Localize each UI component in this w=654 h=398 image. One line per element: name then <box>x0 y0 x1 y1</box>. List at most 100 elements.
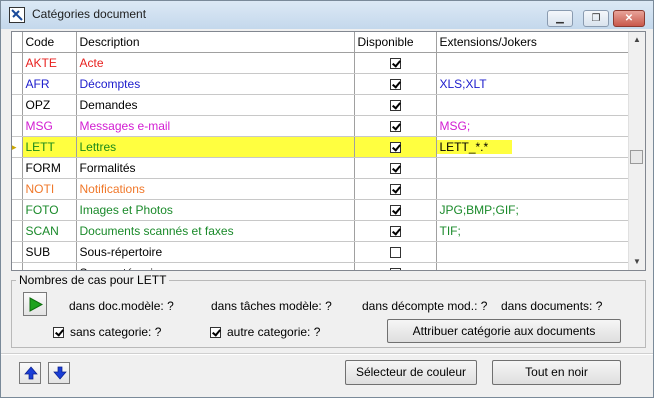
cell-extensions[interactable] <box>436 157 632 179</box>
scroll-up-arrow-icon[interactable]: ▲ <box>629 32 645 48</box>
available-checkbox[interactable] <box>389 100 401 112</box>
row-indicator[interactable] <box>12 73 23 95</box>
row-indicator[interactable] <box>12 52 23 74</box>
column-header-extensions[interactable]: Extensions/Jokers <box>436 32 632 53</box>
available-checkbox[interactable] <box>389 205 401 217</box>
table-row[interactable]: FORM Formalités <box>12 157 632 179</box>
cell-code[interactable]: AKTE <box>22 52 77 74</box>
table-row[interactable]: NOTI Notifications <box>12 178 632 200</box>
cell-code[interactable] <box>22 262 77 270</box>
available-checkbox[interactable] <box>389 163 401 175</box>
cell-extensions[interactable]: XLS;XLT <box>436 73 632 95</box>
column-header-available[interactable]: Disponible <box>354 32 437 53</box>
assign-category-button[interactable]: Attribuer catégorie aux documents <box>387 319 621 343</box>
cell-extensions[interactable] <box>436 52 632 74</box>
vertical-scrollbar[interactable]: ▲ ▼ <box>628 32 645 270</box>
cell-code[interactable]: FORM <box>22 157 77 179</box>
cell-description[interactable]: Sous-répertoire <box>76 241 355 263</box>
all-black-button[interactable]: Tout en noir <box>492 360 621 385</box>
table-row[interactable]: AFR Décomptes XLS;XLT <box>12 73 632 95</box>
cell-extensions[interactable] <box>436 178 632 200</box>
cell-available[interactable] <box>354 262 437 270</box>
available-checkbox[interactable] <box>389 79 401 91</box>
row-indicator[interactable] <box>12 262 23 270</box>
cell-description[interactable]: Messages e-mail <box>76 115 355 137</box>
minimize-button[interactable]: ▁ <box>547 10 573 27</box>
cell-extensions[interactable]: MSG; <box>436 115 632 137</box>
table-row[interactable]: Sans catégorie <box>12 262 632 270</box>
cell-description[interactable]: Notifications <box>76 178 355 200</box>
cell-description[interactable]: Documents scannés et faxes <box>76 220 355 242</box>
table-row[interactable]: AKTE Acte <box>12 52 632 74</box>
cell-description[interactable]: Demandes <box>76 94 355 116</box>
cell-code[interactable]: SUB <box>22 241 77 263</box>
row-indicator[interactable] <box>12 199 23 221</box>
cell-description[interactable]: Lettres <box>76 136 355 158</box>
cell-available[interactable] <box>354 52 437 74</box>
cell-code[interactable]: AFR <box>22 73 77 95</box>
categories-grid[interactable]: Code Description Disponible Extensions/J… <box>11 31 646 271</box>
available-checkbox[interactable] <box>389 121 401 133</box>
row-indicator[interactable] <box>12 220 23 242</box>
available-checkbox[interactable] <box>389 268 401 270</box>
cell-available[interactable] <box>354 115 437 137</box>
cell-description[interactable]: Acte <box>76 52 355 74</box>
move-down-button[interactable] <box>48 362 70 384</box>
cell-extensions[interactable]: TIF; <box>436 220 632 242</box>
cell-available[interactable] <box>354 136 437 158</box>
cell-code[interactable]: LETT <box>22 136 77 158</box>
cell-extensions[interactable] <box>436 241 632 263</box>
cell-description[interactable]: Formalités <box>76 157 355 179</box>
scrollbar-thumb[interactable] <box>630 150 643 164</box>
restore-button[interactable]: ❐ <box>583 10 609 27</box>
cell-description[interactable]: Sans catégorie <box>76 262 355 270</box>
cell-code[interactable]: OPZ <box>22 94 77 116</box>
row-indicator[interactable] <box>12 94 23 116</box>
cell-extensions[interactable]: LETT_*.* <box>436 136 632 158</box>
cell-extensions[interactable] <box>436 94 632 116</box>
without-category-checkbox[interactable] <box>53 325 64 339</box>
table-row[interactable]: MSG Messages e-mail MSG; <box>12 115 632 137</box>
cell-available[interactable] <box>354 178 437 200</box>
table-row[interactable]: FOTO Images et Photos JPG;BMP;GIF; <box>12 199 632 221</box>
cell-available[interactable] <box>354 220 437 242</box>
row-indicator[interactable] <box>12 178 23 200</box>
title-bar[interactable]: Catégories document ▁ ❐ ✕ <box>1 1 653 29</box>
table-row[interactable]: ▸ LETT Lettres LETT_*.* <box>12 136 632 158</box>
checkbox-box[interactable] <box>53 327 64 339</box>
available-checkbox[interactable] <box>389 142 401 154</box>
cell-code[interactable]: MSG <box>22 115 77 137</box>
cell-available[interactable] <box>354 94 437 116</box>
table-row[interactable]: OPZ Demandes <box>12 94 632 116</box>
available-checkbox[interactable] <box>389 58 401 70</box>
cell-code[interactable]: FOTO <box>22 199 77 221</box>
checkbox-box[interactable] <box>210 327 221 339</box>
cell-code[interactable]: SCAN <box>22 220 77 242</box>
column-header-code[interactable]: Code <box>22 32 77 53</box>
column-header-description[interactable]: Description <box>76 32 355 53</box>
cell-available[interactable] <box>354 157 437 179</box>
row-indicator[interactable] <box>12 241 23 263</box>
move-up-button[interactable] <box>19 362 41 384</box>
scroll-down-arrow-icon[interactable]: ▼ <box>629 254 645 270</box>
row-indicator[interactable] <box>12 115 23 137</box>
row-indicator[interactable]: ▸ <box>12 136 23 158</box>
other-category-checkbox[interactable] <box>210 325 221 339</box>
row-indicator[interactable] <box>12 157 23 179</box>
cell-description[interactable]: Images et Photos <box>76 199 355 221</box>
cell-extensions[interactable]: JPG;BMP;GIF; <box>436 199 632 221</box>
table-row[interactable]: SCAN Documents scannés et faxes TIF; <box>12 220 632 242</box>
cell-code[interactable]: NOTI <box>22 178 77 200</box>
available-checkbox[interactable] <box>389 247 401 259</box>
cell-available[interactable] <box>354 199 437 221</box>
cell-available[interactable] <box>354 73 437 95</box>
available-checkbox[interactable] <box>389 226 401 238</box>
play-button[interactable] <box>23 292 47 316</box>
cell-description[interactable]: Décomptes <box>76 73 355 95</box>
available-checkbox[interactable] <box>389 184 401 196</box>
close-button[interactable]: ✕ <box>613 10 645 27</box>
table-row[interactable]: SUB Sous-répertoire <box>12 241 632 263</box>
cell-extensions[interactable] <box>436 262 632 270</box>
cell-available[interactable] <box>354 241 437 263</box>
color-picker-button[interactable]: Sélecteur de couleur <box>345 360 477 385</box>
